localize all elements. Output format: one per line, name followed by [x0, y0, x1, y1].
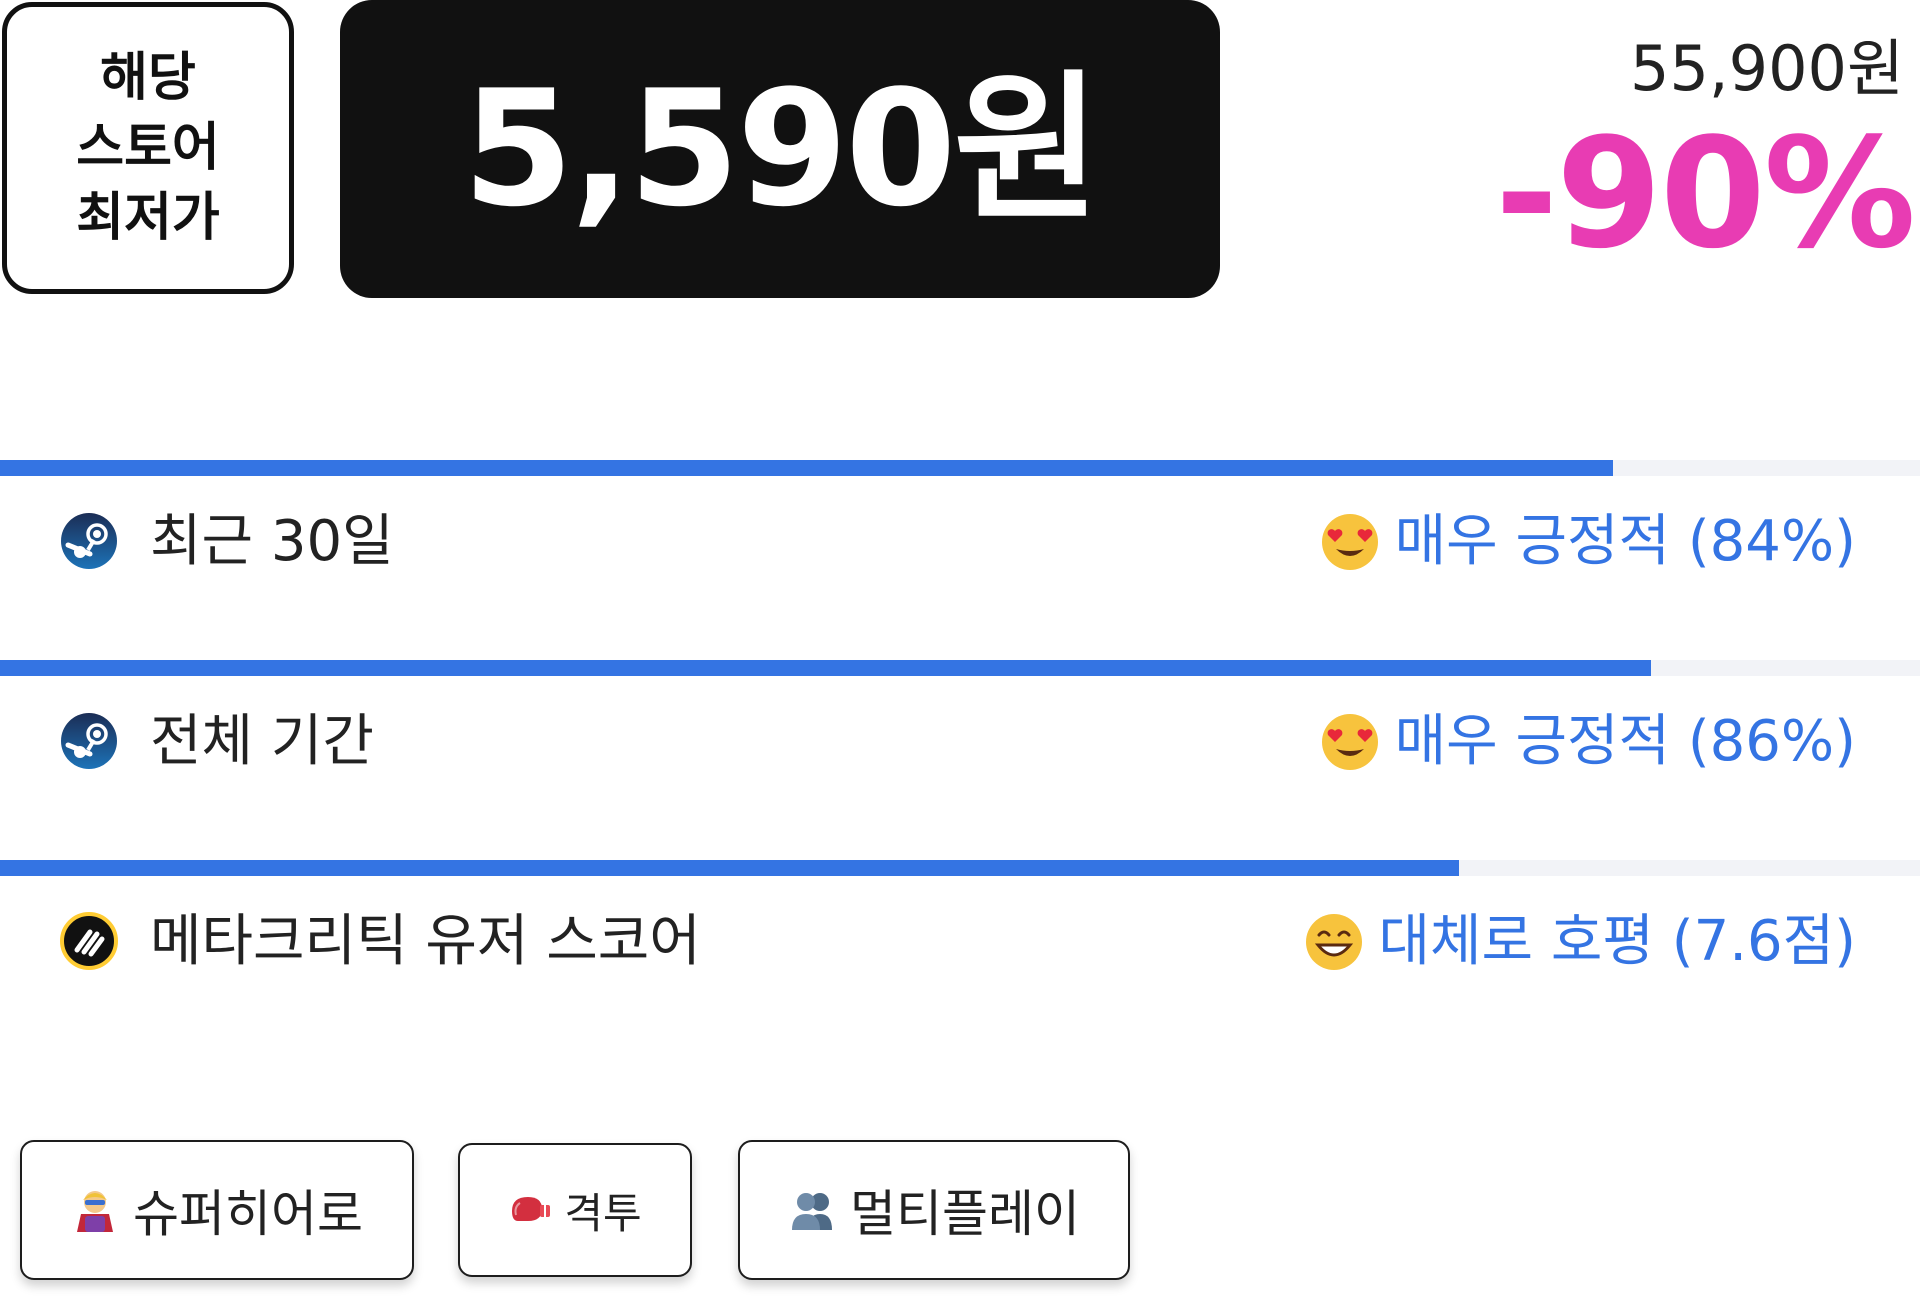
- review-label: 최근 30일: [150, 509, 394, 574]
- review-row-all-time: 전체 기간 매우 긍정적 (86%): [0, 660, 1920, 780]
- lowest-price-badge: 해당 스토어 최저가: [2, 2, 294, 294]
- sale-price-box: 5,590원: [340, 0, 1220, 298]
- review-bar-track: [0, 660, 1920, 676]
- review-row-metacritic-user-score: 메타크리틱 유저 스코어 대체로 호평 (7.6점): [0, 860, 1920, 980]
- review-bar-track: [0, 860, 1920, 876]
- sale-price: 5,590원: [462, 55, 1100, 242]
- review-bar-track: [0, 460, 1920, 476]
- tag-superhero-button[interactable]: 슈퍼히어로: [20, 1140, 414, 1280]
- review-bar-fill: [0, 860, 1460, 876]
- heart-eyes-emoji-icon: [1321, 514, 1378, 570]
- review-result: 대체로 호평 (7.6점): [1305, 910, 1856, 974]
- review-rating: 매우 긍정적 (86%): [1394, 709, 1856, 774]
- steam-icon: [61, 713, 117, 769]
- review-label: 메타크리틱 유저 스코어: [150, 909, 701, 974]
- original-price: 55,900원: [1630, 32, 1904, 105]
- tag-multiplayer-button[interactable]: 멀티플레이: [738, 1140, 1130, 1280]
- tag-label: 격투: [564, 1188, 642, 1238]
- review-rating: 대체로 호평 (7.6점): [1378, 909, 1856, 974]
- review-result: 매우 긍정적 (86%): [1321, 710, 1856, 774]
- review-label: 전체 기간: [150, 709, 374, 774]
- tag-fighting-button[interactable]: 격투: [458, 1143, 692, 1277]
- discount-rate: -90%: [1495, 105, 1916, 282]
- lowest-price-badge-line: 최저가: [76, 188, 220, 248]
- grinning-emoji-icon: [1305, 914, 1362, 970]
- steam-icon: [61, 513, 117, 569]
- review-bar-fill: [0, 460, 1613, 476]
- lowest-price-badge-line: 해당: [100, 48, 196, 108]
- tag-label: 슈퍼히어로: [133, 1185, 363, 1243]
- review-bar-fill: [0, 660, 1652, 676]
- review-rating: 매우 긍정적 (84%): [1394, 509, 1856, 574]
- metacritic-icon: [60, 912, 118, 970]
- review-result: 매우 긍정적 (84%): [1321, 510, 1856, 574]
- boxing-glove-icon: [512, 1197, 551, 1221]
- people-icon: [792, 1193, 832, 1230]
- heart-eyes-emoji-icon: [1321, 714, 1378, 770]
- review-row-recent-30-days: 최근 30일 매우 긍정적 (84%): [0, 460, 1920, 580]
- lowest-price-badge-line: 스토어: [76, 118, 220, 178]
- tag-label: 멀티플레이: [850, 1185, 1080, 1243]
- superhero-icon: [77, 1191, 113, 1232]
